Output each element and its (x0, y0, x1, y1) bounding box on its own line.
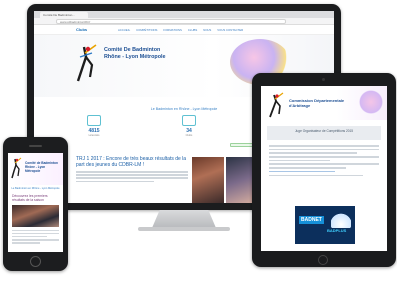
camera-icon (322, 78, 325, 81)
phone-device: Comité de Badminton Rhône - Lyon Métropo… (3, 137, 68, 271)
monitor-base (138, 227, 230, 231)
shuttlecock-icon (331, 210, 351, 228)
badminton-player-logo-icon (11, 157, 22, 179)
menu-item-clubs[interactable]: Clubs (188, 28, 197, 32)
phone-news-title[interactable]: Découvrez les premiers résultats de la s… (12, 194, 59, 202)
phone-header: Comité de Badminton Rhône - Lyon Métropo… (8, 153, 63, 185)
badminton-player-logo-icon (269, 92, 284, 118)
menu-item-contact[interactable]: Vous Contacter (217, 28, 243, 32)
phone-news-photo[interactable] (12, 205, 59, 227)
tablet-title-line2: d'Arbitrage (289, 103, 311, 108)
monitor-stand (152, 210, 216, 228)
badnet-badplus-image[interactable]: BADNET BADPLUS (295, 206, 355, 244)
tablet-device: Commission Départementale d'Arbitrage Ju… (252, 73, 396, 267)
phone-title: Comité de Badminton Rhône - Lyon Métropo… (25, 161, 61, 173)
site-navbar: Clubs Accueil Compétitions Formations Cl… (34, 25, 334, 35)
site-title-line1: Comité De Badminton (104, 47, 161, 53)
badnet-label: BADNET (299, 216, 324, 224)
decorative-shuttle-graphic (357, 88, 385, 116)
stat-label: Licenciés (88, 134, 100, 137)
stat-label: Clubs (185, 134, 193, 137)
group-icon (182, 115, 196, 126)
tablet-screen: Commission Départementale d'Arbitrage Ju… (261, 86, 387, 251)
section-heading: Juge Organisateur de Compétitions 2015 (267, 126, 381, 140)
tablet-title: Commission Départementale d'Arbitrage (289, 98, 359, 108)
menu-item-formations[interactable]: Formations (163, 28, 181, 32)
stat-clubs: 34 Clubs (169, 115, 209, 137)
tablet-header: Commission Départementale d'Arbitrage (261, 86, 387, 120)
address-bar[interactable]: www.cdbadminton69.fr (56, 19, 286, 24)
stat-licencies: 4815 Licenciés (74, 115, 114, 137)
site-title: Comité De Badminton Rhône - Lyon Métropo… (104, 47, 214, 61)
menu-item-accueil[interactable]: Accueil (118, 28, 130, 32)
news-excerpt (76, 171, 188, 183)
site-title-line2: Rhône - Lyon Métropole (104, 54, 166, 60)
site-brand[interactable]: Clubs (76, 27, 87, 32)
phone-tagline: Le Badminton en Rhône - Lyon Métropole (11, 187, 60, 190)
home-button[interactable] (30, 256, 41, 267)
section-body (269, 145, 379, 176)
browser-tabbar: Comité De Badminton... (34, 11, 334, 18)
badminton-player-logo-icon (76, 44, 97, 82)
phone-news-excerpt (12, 230, 59, 244)
id-card-icon (87, 115, 101, 126)
site-menu: Accueil Compétitions Formations Clubs No… (118, 28, 243, 32)
news-photo[interactable] (192, 157, 224, 203)
phone-screen: Comité de Badminton Rhône - Lyon Métropo… (8, 153, 63, 252)
responsive-mockup: Comité De Badminton... www.cdbadminton69… (0, 0, 397, 282)
menu-item-nous[interactable]: Nous (203, 28, 211, 32)
speaker-grille (29, 145, 42, 147)
news-article: TRJ 1 2017 : Encore de très beaux résult… (76, 156, 188, 184)
menu-item-competitions[interactable]: Compétitions (136, 28, 157, 32)
home-button[interactable] (318, 255, 328, 265)
badplus-label: BADPLUS (327, 228, 347, 233)
news-title[interactable]: TRJ 1 2017 : Encore de très beaux résult… (76, 156, 188, 168)
browser-toolbar: www.cdbadminton69.fr (34, 18, 334, 25)
phone-title-line2: Rhône - Lyon Métropole (25, 165, 46, 173)
